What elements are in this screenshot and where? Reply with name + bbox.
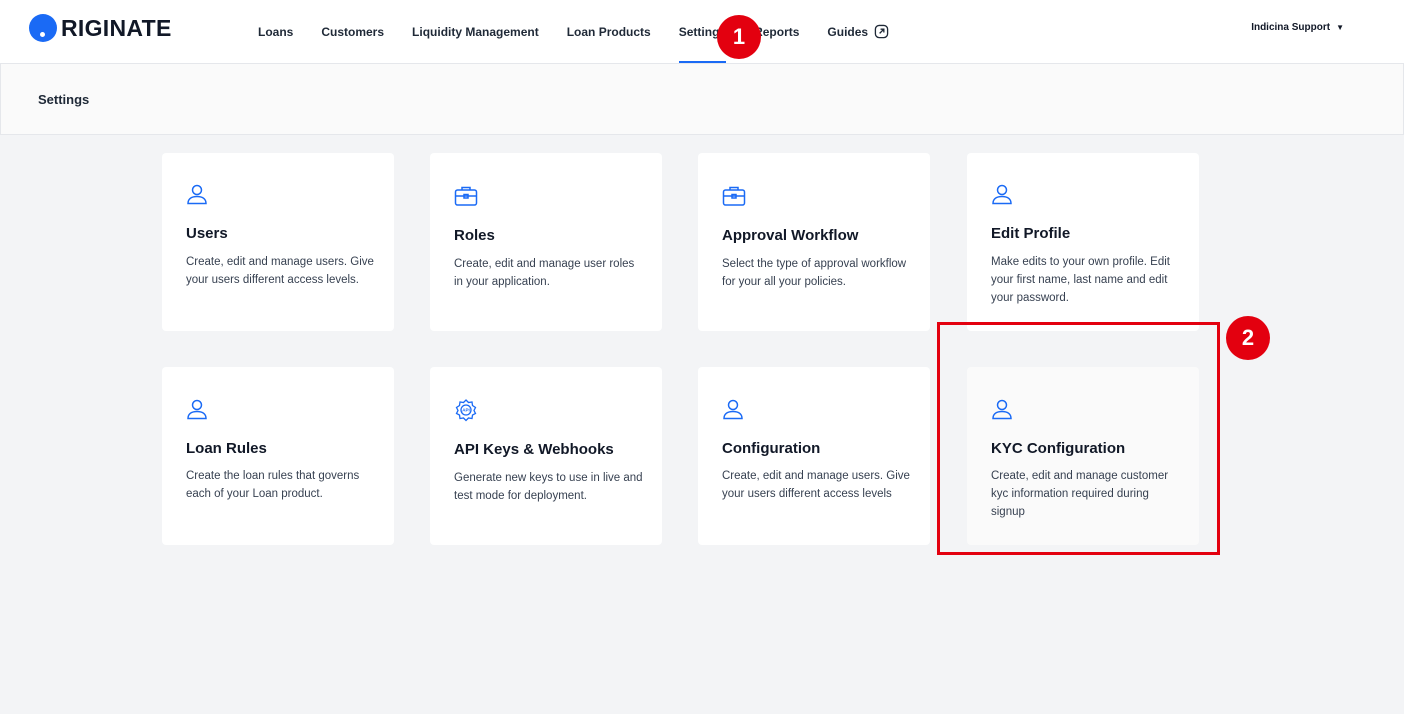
- card-description: Create, edit and manage users. Give your…: [186, 256, 374, 286]
- card-title: Users: [186, 225, 228, 242]
- page-title: Settings: [38, 92, 90, 107]
- annotation-highlight-box: [937, 322, 1220, 555]
- card-description: Generate new keys to use in live and tes…: [454, 472, 643, 502]
- page-header: Settings: [0, 63, 1404, 135]
- api-icon: API: [454, 398, 477, 422]
- nav-item-reports[interactable]: Reports: [754, 0, 799, 63]
- card-configuration[interactable]: Configuration Create, edit and manage us…: [698, 367, 930, 545]
- user-icon: [991, 183, 1013, 205]
- card-loan-rules[interactable]: Loan Rules Create the loan rules that go…: [162, 367, 394, 545]
- card-title: Edit Profile: [991, 225, 1071, 242]
- card-description: Create, edit and manage user roles in yo…: [454, 258, 635, 288]
- nav-item-loans[interactable]: Loans: [258, 0, 293, 63]
- card-approval-workflow[interactable]: Approval Workflow Select the type of app…: [698, 153, 930, 331]
- card-description: Create, edit and manage users. Give your…: [722, 470, 910, 500]
- logo-text: RIGINATE: [61, 14, 172, 41]
- user-menu[interactable]: Indicina Support ▼: [1251, 22, 1344, 33]
- card-description: Create the loan rules that governs each …: [186, 470, 360, 500]
- main-nav: Loans Customers Liquidity Management Loa…: [258, 0, 917, 63]
- card-title: Approval Workflow: [722, 227, 859, 244]
- logo-mark-icon: [29, 14, 57, 42]
- external-link-icon: [874, 24, 889, 39]
- user-icon: [722, 398, 744, 420]
- top-navbar: RIGINATE Loans Customers Liquidity Manag…: [0, 0, 1404, 64]
- nav-item-guides[interactable]: Guides: [827, 0, 889, 63]
- user-icon: [186, 183, 208, 205]
- nav-item-loan-products[interactable]: Loan Products: [567, 0, 651, 63]
- card-title: Configuration: [722, 440, 821, 457]
- user-name: Indicina Support: [1251, 22, 1331, 33]
- logo[interactable]: RIGINATE: [29, 13, 172, 43]
- card-title: API Keys & Webhooks: [454, 441, 614, 458]
- nav-item-liquidity-management[interactable]: Liquidity Management: [412, 0, 539, 63]
- card-edit-profile[interactable]: Edit Profile Make edits to your own prof…: [967, 153, 1199, 331]
- svg-text:API: API: [462, 408, 470, 413]
- card-roles[interactable]: Roles Create, edit and manage user roles…: [430, 153, 662, 331]
- card-users[interactable]: Users Create, edit and manage users. Giv…: [162, 153, 394, 331]
- nav-item-guides-label: Guides: [827, 24, 869, 39]
- card-title: Roles: [454, 227, 495, 244]
- user-icon: [186, 398, 208, 420]
- briefcase-icon: [722, 185, 746, 207]
- annotation-badge-2: 2: [1226, 316, 1270, 360]
- card-title: Loan Rules: [186, 440, 267, 457]
- annotation-badge-1: 1: [717, 15, 761, 59]
- card-api-keys-webhooks[interactable]: API API Keys & Webhooks Generate new key…: [430, 367, 662, 545]
- caret-down-icon: ▼: [1336, 23, 1344, 32]
- card-description: Select the type of approval workflow for…: [722, 258, 907, 288]
- nav-item-customers[interactable]: Customers: [321, 0, 384, 63]
- card-description: Make edits to your own profile. Edit you…: [991, 256, 1170, 304]
- briefcase-icon: [454, 185, 478, 207]
